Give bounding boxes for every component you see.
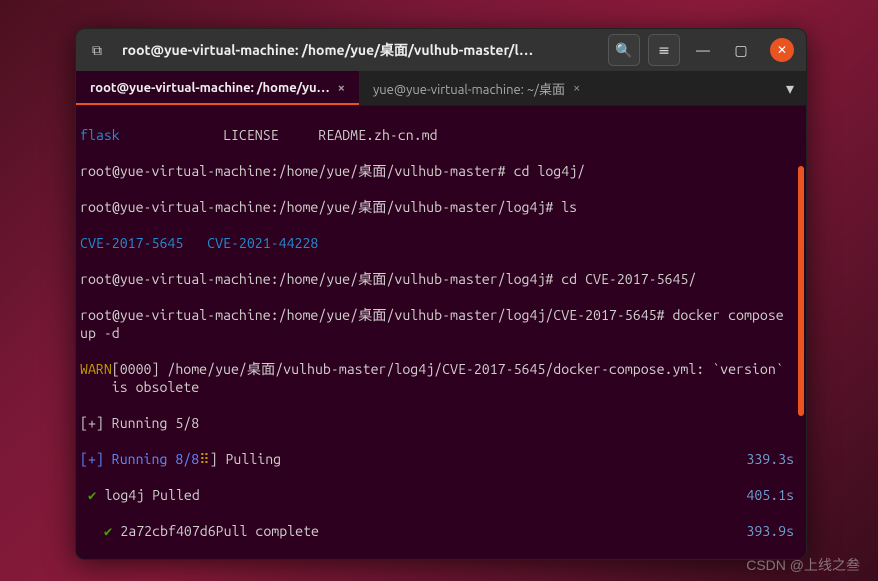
layer-id: 35b826b31940 (120, 558, 215, 559)
menu-icon: ≡ (658, 42, 670, 59)
new-tab-button[interactable]: ⧉ (84, 37, 110, 63)
chevron-down-icon: ▾ (786, 79, 794, 98)
terminal-window: ⧉ root@yue-virtual-machine: /home/yue/桌面… (75, 28, 807, 560)
terminal-line: root@yue-virtual-machine:/home/yue/桌面/vu… (80, 270, 696, 288)
scrollbar[interactable] (798, 166, 804, 416)
tabbar: root@yue-virtual-machine: /home/yu… × yu… (76, 71, 806, 106)
search-button[interactable]: 🔍 (608, 34, 640, 66)
check-icon: ✔ (80, 522, 120, 540)
check-icon: ✔ (80, 486, 104, 504)
watermark: CSDN @上线之叁 (746, 555, 860, 575)
layer-status: Pull complete (216, 558, 319, 559)
tab-active-label: root@yue-virtual-machine: /home/yu… (90, 81, 330, 95)
terminal-line: root@yue-virtual-machine:/home/yue/桌面/vu… (80, 306, 802, 342)
maximize-button[interactable]: ▢ (726, 35, 756, 65)
spinner-icon: ⠿ (199, 450, 209, 468)
time: 405.1s (746, 486, 794, 504)
titlebar: ⧉ root@yue-virtual-machine: /home/yue/桌面… (76, 29, 806, 71)
terminal-line: ] Pulling (210, 450, 282, 468)
ls-entry: README.zh-cn.md (318, 126, 437, 144)
ls-entry: CVE-2017-5645 (80, 234, 183, 252)
tab-inactive-label: yue@yue-virtual-machine: ~/桌面 (373, 79, 565, 98)
progress-prefix: [+] (80, 414, 104, 432)
terminal-body[interactable]: flask LICENSE README.zh-cn.md root@yue-v… (76, 106, 806, 559)
maximize-icon: ▢ (734, 42, 747, 59)
warn-label: WARN (80, 360, 112, 396)
search-icon: 🔍 (615, 42, 632, 59)
ls-entry: LICENSE (223, 126, 279, 144)
tab-inactive[interactable]: yue@yue-virtual-machine: ~/桌面 × (359, 71, 594, 105)
ls-entry: CVE-2021-44228 (207, 234, 318, 252)
minimize-icon: — (696, 42, 710, 58)
layer-status: Pull complete (216, 522, 319, 540)
tab-close-icon[interactable]: × (573, 81, 580, 95)
new-tab-icon: ⧉ (92, 42, 102, 59)
tab-close-icon[interactable]: × (338, 81, 345, 95)
time: 393.9s (746, 522, 794, 540)
terminal-line: Running 5/8 (104, 414, 199, 432)
tabs-dropdown-button[interactable]: ▾ (774, 71, 806, 105)
window-title: root@yue-virtual-machine: /home/yue/桌面/v… (118, 40, 600, 60)
layer-id: 2a72cbf407d6 (120, 522, 215, 540)
terminal-line: root@yue-virtual-machine:/home/yue/桌面/vu… (80, 198, 577, 216)
hamburger-menu-button[interactable]: ≡ (648, 34, 680, 66)
close-button[interactable]: ✕ (770, 38, 794, 62)
close-icon: ✕ (777, 43, 787, 57)
time: 339.3s (746, 450, 794, 468)
check-icon: ✔ (80, 558, 120, 559)
terminal-line: [0000] /home/yue/桌面/vulhub-master/log4j/… (112, 360, 802, 396)
tab-active[interactable]: root@yue-virtual-machine: /home/yu… × (76, 71, 359, 105)
minimize-button[interactable]: — (688, 35, 718, 65)
terminal-line: root@yue-virtual-machine:/home/yue/桌面/vu… (80, 162, 585, 180)
ls-entry: flask (80, 126, 120, 144)
terminal-line: log4j Pulled (104, 486, 199, 504)
progress-prefix: [+] Running 8/8 (80, 450, 199, 468)
